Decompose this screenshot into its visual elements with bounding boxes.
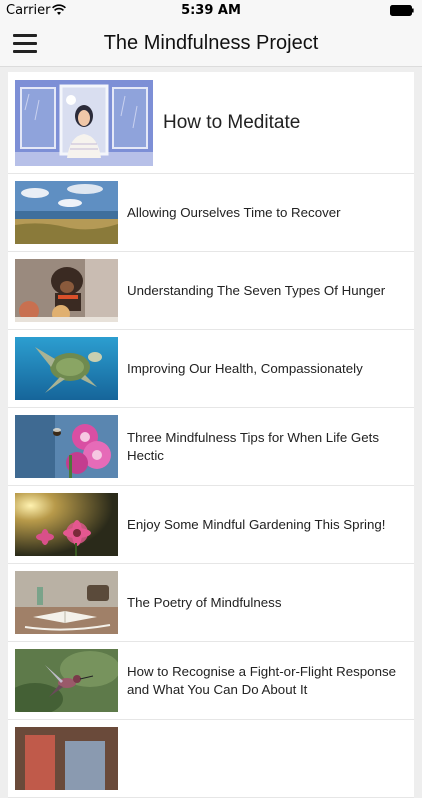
article-title: Enjoy Some Mindful Gardening This Spring…	[127, 516, 386, 532]
list-item[interactable]: Improving Our Health, Compassionately	[8, 330, 414, 408]
article-title: The Poetry of Mindfulness	[127, 594, 282, 610]
list-item[interactable]: Enjoy Some Mindful Gardening This Spring…	[8, 486, 414, 564]
hummingbird	[15, 649, 118, 712]
article-title: Improving Our Health, Compassionately	[127, 360, 363, 376]
article-title: Understanding The Seven Types Of Hunger	[127, 282, 386, 298]
meditating-woman-illustration	[15, 80, 153, 166]
status-time: 5:39 AM	[181, 3, 241, 18]
sea-turtle	[15, 337, 118, 400]
article-title: Three Mindfulness Tips for When Life Get…	[127, 429, 380, 463]
partial-thumbnail	[15, 727, 118, 790]
list-item[interactable]: Understanding The Seven Types Of Hunger	[8, 252, 414, 330]
article-list: How to Meditate Allowing Ourselves Time …	[8, 72, 414, 798]
list-item-partial[interactable]	[8, 720, 414, 798]
status-bar: Carrier 5:39 AM	[0, 0, 422, 22]
article-title: Allowing Ourselves Time to Recover	[127, 204, 341, 220]
article-title: How to Recognise a Fight-or-Flight Respo…	[127, 663, 397, 697]
list-item[interactable]: Three Mindfulness Tips for When Life Get…	[8, 408, 414, 486]
page-title: The Mindfulness Project	[103, 32, 319, 54]
featured-article-title: How to Meditate	[163, 112, 301, 133]
bee-on-flowers	[15, 415, 118, 478]
dog-with-food	[15, 259, 118, 322]
list-item[interactable]: How to Recognise a Fight-or-Flight Respo…	[8, 642, 414, 720]
pink-flowers-sunset	[15, 493, 118, 556]
battery-icon	[390, 5, 414, 16]
list-item[interactable]: The Poetry of Mindfulness	[8, 564, 414, 642]
list-item[interactable]: Allowing Ourselves Time to Recover	[8, 174, 414, 252]
navigation-bar: The Mindfulness Project	[0, 22, 422, 67]
featured-article[interactable]: How to Meditate	[8, 72, 414, 174]
seaside-landscape	[15, 181, 118, 244]
book-on-table	[15, 571, 118, 634]
